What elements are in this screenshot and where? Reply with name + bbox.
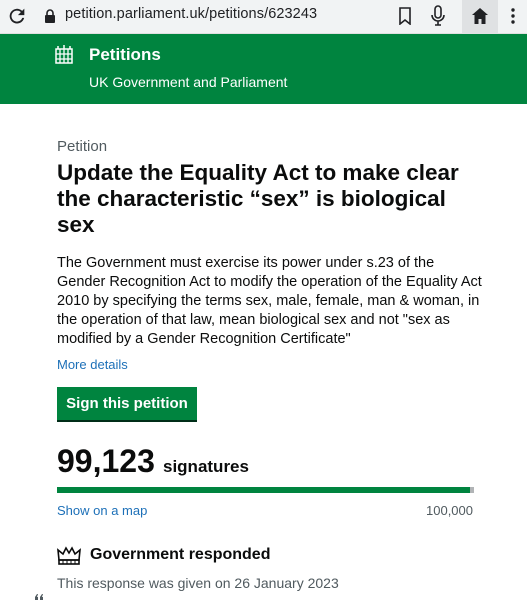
address-bar-url[interactable]: petition.parliament.uk/petitions/623243 — [65, 6, 317, 22]
crown-icon — [57, 546, 81, 565]
signature-count: 99,123 — [57, 443, 155, 479]
site-title-link[interactable]: Petitions — [89, 45, 161, 65]
site-header: Petitions UK Government and Parliament — [0, 34, 527, 104]
quote-mark-icon — [35, 594, 43, 600]
mic-icon[interactable] — [430, 5, 446, 27]
bookmark-icon[interactable] — [398, 7, 412, 25]
government-responded-heading: Government responded — [90, 546, 271, 563]
lock-icon[interactable] — [44, 9, 56, 23]
show-on-map-link[interactable]: Show on a map — [57, 503, 147, 518]
portcullis-icon — [55, 45, 73, 64]
petition-body: The Government must exercise its power u… — [57, 255, 482, 347]
signature-target: 100,000 — [426, 503, 473, 518]
petition-caption: Petition — [57, 138, 108, 155]
reload-icon[interactable] — [6, 5, 28, 27]
response-date: This response was given on 26 January 20… — [57, 575, 339, 591]
home-icon — [472, 8, 488, 24]
signature-label: signatures — [163, 457, 249, 476]
sign-petition-button[interactable]: Sign this petition — [57, 387, 197, 420]
signature-progress-bar — [57, 487, 474, 493]
home-button[interactable] — [462, 0, 498, 34]
site-subtitle: UK Government and Parliament — [89, 74, 288, 90]
signature-progress-fill — [57, 487, 471, 493]
petition-title: Update the Equality Act to make clear th… — [57, 160, 459, 237]
more-details-link[interactable]: More details — [57, 357, 128, 372]
menu-dots-icon[interactable] — [511, 8, 515, 24]
browser-toolbar: petition.parliament.uk/petitions/623243 — [0, 0, 527, 34]
